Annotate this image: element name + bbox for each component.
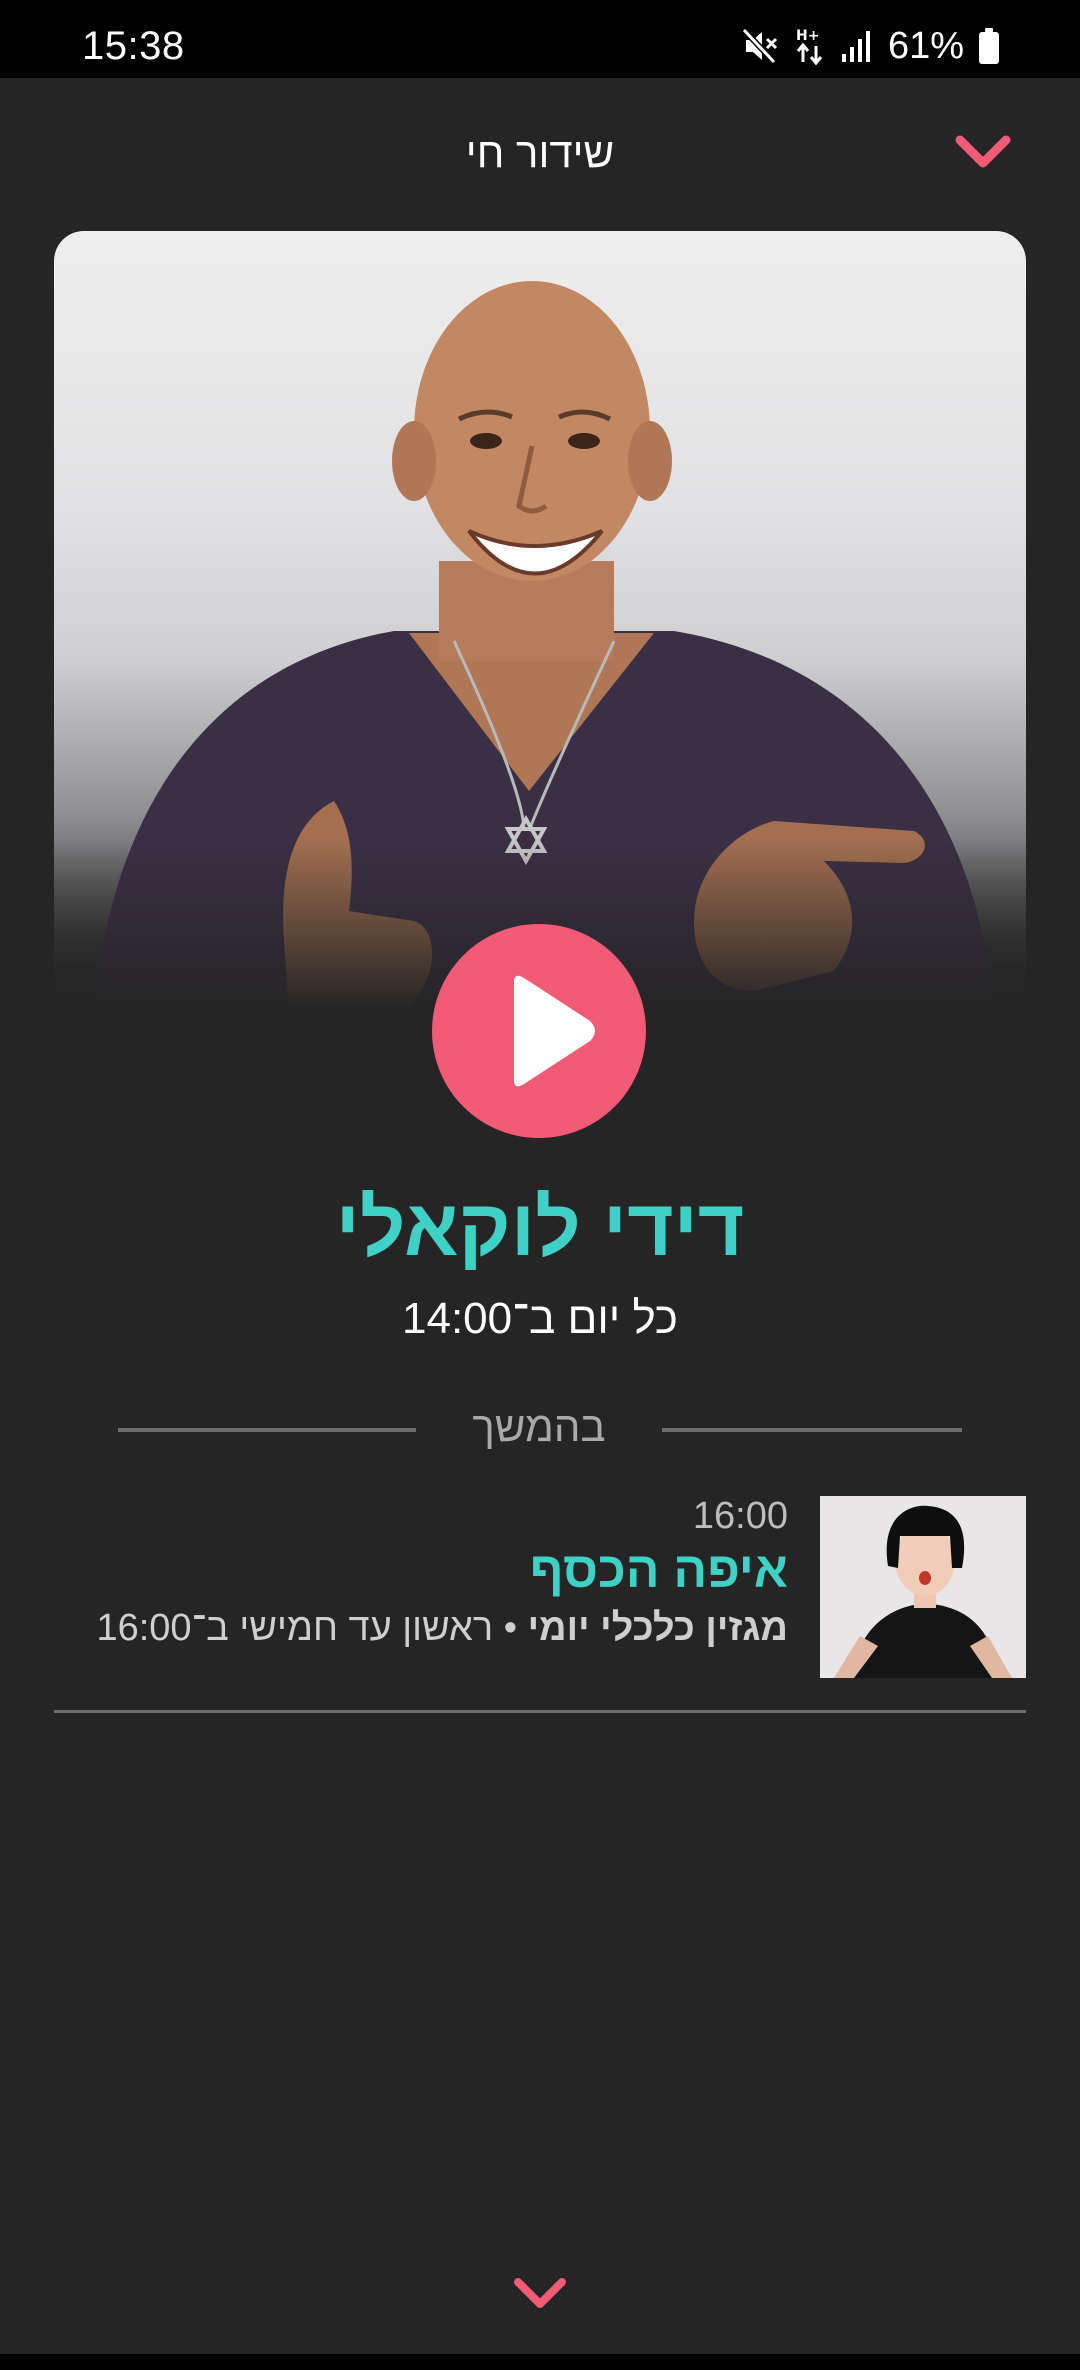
divider-line-right [662, 1428, 962, 1432]
play-icon [514, 975, 595, 1087]
up-next-label: בהמשך [472, 1403, 606, 1450]
system-nav-bar [0, 2354, 1080, 2370]
next-show-description: מגזין כלכלי יומי • ראשון עד חמישי ב־16:0… [96, 1604, 788, 1652]
mute-icon [740, 26, 780, 66]
collapse-player-button[interactable] [952, 130, 1014, 176]
signal-icon [840, 28, 874, 64]
chevron-down-icon [514, 2278, 566, 2308]
page-title: שידור חי [465, 129, 615, 176]
next-show-thumbnail [820, 1496, 1026, 1678]
expand-schedule-button[interactable] [508, 2268, 572, 2316]
next-show-title: איפה הכסף [529, 1542, 788, 1598]
up-next-item[interactable]: 16:00 איפה הכסף מגזין כלכלי יומי • ראשון… [54, 1494, 1026, 1680]
status-bar: 15:38 H+ 61% [0, 0, 1080, 78]
battery-icon [978, 27, 1000, 65]
battery-percentage: 61% [887, 25, 964, 67]
host-photo-card [54, 231, 1026, 1009]
next-show-genre: מגזין כלכלי יומי [527, 1607, 788, 1649]
next-show-schedule: • ראשון עד חמישי ב־16:00 [96, 1607, 528, 1649]
data-hplus-icon: H+ [794, 26, 826, 66]
now-playing-screen: 15:38 H+ 61% שידור חי דידי לוקאלי כל יום… [0, 0, 1080, 2370]
svg-text:H+: H+ [796, 28, 819, 44]
chevron-down-icon [955, 135, 1011, 168]
next-show-time: 16:00 [692, 1495, 788, 1537]
presenter-image [820, 1496, 1026, 1678]
divider-line-left [118, 1428, 416, 1432]
list-divider [54, 1710, 1026, 1713]
show-schedule: כל יום ב־14:00 [402, 1294, 678, 1343]
status-time: 15:38 [82, 24, 185, 68]
play-button[interactable] [432, 924, 646, 1138]
status-icons: H+ 61% [740, 24, 1000, 68]
show-title: דידי לוקאלי [335, 1183, 745, 1272]
